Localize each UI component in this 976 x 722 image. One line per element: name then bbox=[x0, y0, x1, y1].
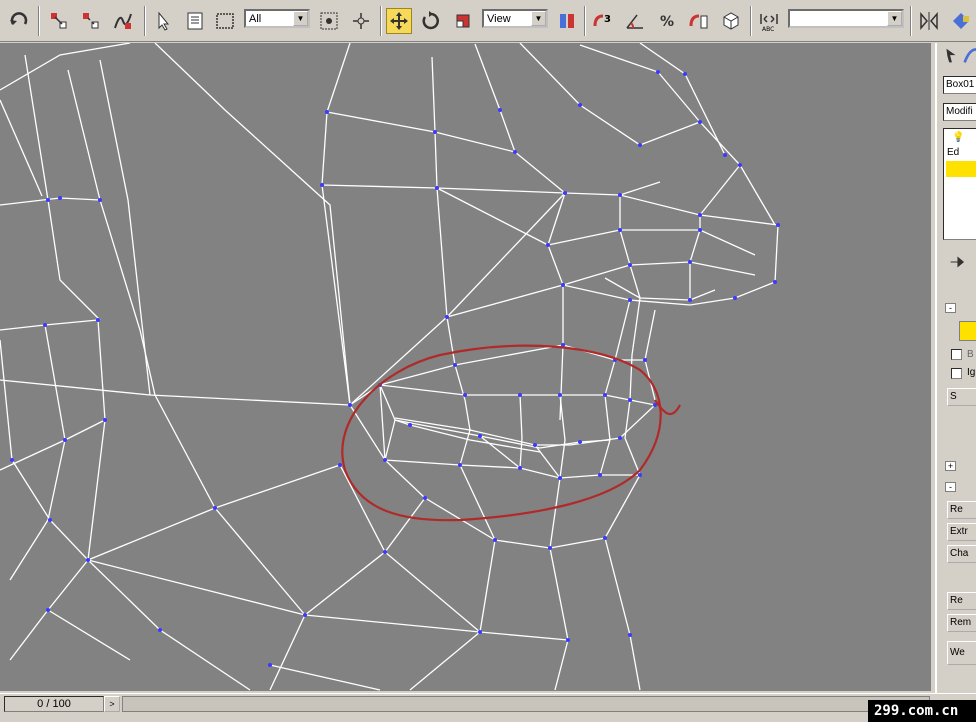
coord-system-value: View bbox=[487, 12, 511, 25]
named-selection-dropdown[interactable]: ▼ bbox=[788, 9, 904, 28]
rollout-collapse-icon[interactable]: - bbox=[945, 482, 956, 492]
select-icon[interactable] bbox=[150, 8, 176, 34]
unlink-icon[interactable] bbox=[78, 8, 104, 34]
panel-button-extrude[interactable]: Extr bbox=[947, 523, 976, 541]
rollout-expand-icon[interactable]: + bbox=[945, 461, 956, 471]
command-panel: Box01 Modifi 💡 Ed - B Ig S + - Re Extr C… bbox=[935, 43, 976, 693]
selection-filter-dropdown[interactable]: All ▼ bbox=[244, 9, 310, 28]
undo-icon[interactable] bbox=[6, 8, 32, 34]
checkbox-ig[interactable] bbox=[951, 368, 962, 379]
align-icon[interactable] bbox=[948, 8, 974, 34]
toolbar-separator bbox=[910, 6, 912, 36]
vertex-subobject-button[interactable] bbox=[959, 321, 976, 341]
spinner-snap-icon[interactable] bbox=[686, 8, 712, 34]
next-frame-button[interactable]: > bbox=[104, 696, 120, 712]
panel-button-re[interactable]: Re bbox=[947, 501, 976, 519]
percent-snap-icon[interactable]: % bbox=[654, 8, 680, 34]
panel-button-s[interactable]: S bbox=[947, 388, 976, 406]
window-crossing-icon[interactable] bbox=[316, 8, 342, 34]
snap-3d-icon[interactable]: 3 bbox=[590, 8, 616, 34]
chevron-down-icon[interactable]: ▼ bbox=[887, 11, 902, 26]
toolbar-separator bbox=[144, 6, 146, 36]
modifier-list-dropdown[interactable]: Modifi bbox=[943, 103, 976, 121]
pivot-center-icon[interactable] bbox=[554, 8, 580, 34]
toolbar-separator bbox=[750, 6, 752, 36]
move-icon[interactable] bbox=[386, 8, 412, 34]
panel-button-remove[interactable]: Rem bbox=[947, 614, 976, 632]
chevron-down-icon[interactable]: ▼ bbox=[293, 11, 308, 26]
rollout-collapse-icon[interactable]: - bbox=[945, 303, 956, 313]
panel-button-chamfer[interactable]: Cha bbox=[947, 545, 976, 563]
checkbox-ig-label: Ig bbox=[967, 367, 976, 378]
manipulate-icon[interactable] bbox=[348, 8, 374, 34]
pin-stack-icon[interactable] bbox=[947, 251, 967, 273]
mirror-abc-icon[interactable]: ABC bbox=[756, 8, 782, 34]
svg-text:ABC: ABC bbox=[762, 26, 774, 32]
mirror-icon[interactable] bbox=[916, 8, 942, 34]
checkbox-b-label: B bbox=[967, 349, 974, 360]
toolbar-separator bbox=[38, 6, 40, 36]
toolbar-separator bbox=[584, 6, 586, 36]
select-by-name-icon[interactable] bbox=[182, 8, 208, 34]
modifier-stack[interactable]: 💡 Ed bbox=[943, 128, 976, 240]
time-slider-bar: 0 / 100 > bbox=[0, 693, 976, 722]
create-tab-icon[interactable] bbox=[941, 45, 961, 67]
toolbar-separator bbox=[380, 6, 382, 36]
svg-text:3: 3 bbox=[604, 14, 611, 25]
chevron-down-icon[interactable]: ▼ bbox=[531, 11, 546, 26]
angle-snap-icon[interactable] bbox=[622, 8, 648, 34]
panel-button-weld[interactable]: We bbox=[947, 641, 976, 665]
rotate-icon[interactable] bbox=[418, 8, 444, 34]
lightbulb-icon[interactable]: 💡 bbox=[952, 132, 964, 143]
main-toolbar: All ▼ View ▼ 3 % ABC ▼ bbox=[0, 0, 976, 42]
scale-icon[interactable] bbox=[450, 8, 476, 34]
select-link-icon[interactable] bbox=[46, 8, 72, 34]
coord-system-dropdown[interactable]: View ▼ bbox=[482, 9, 548, 28]
time-track[interactable] bbox=[122, 696, 930, 712]
wireframe-mesh bbox=[0, 43, 780, 691]
rect-region-icon[interactable] bbox=[212, 8, 238, 34]
object-name-field[interactable]: Box01 bbox=[943, 76, 976, 94]
watermark: 299.com.cn bbox=[868, 700, 976, 722]
stack-item-label[interactable]: Ed bbox=[947, 147, 959, 158]
svg-text:%: % bbox=[660, 14, 674, 30]
selection-filter-value: All bbox=[249, 12, 262, 25]
bind-spacewarp-icon[interactable] bbox=[110, 8, 136, 34]
checkbox-b[interactable] bbox=[951, 349, 962, 360]
modify-tab-icon[interactable] bbox=[961, 45, 976, 67]
panel-button-re2[interactable]: Re bbox=[947, 592, 976, 610]
frame-counter[interactable]: 0 / 100 bbox=[4, 696, 104, 712]
perspective-viewport[interactable] bbox=[0, 43, 931, 691]
stack-item-selected[interactable] bbox=[946, 161, 976, 177]
named-selection-icon[interactable] bbox=[718, 8, 744, 34]
